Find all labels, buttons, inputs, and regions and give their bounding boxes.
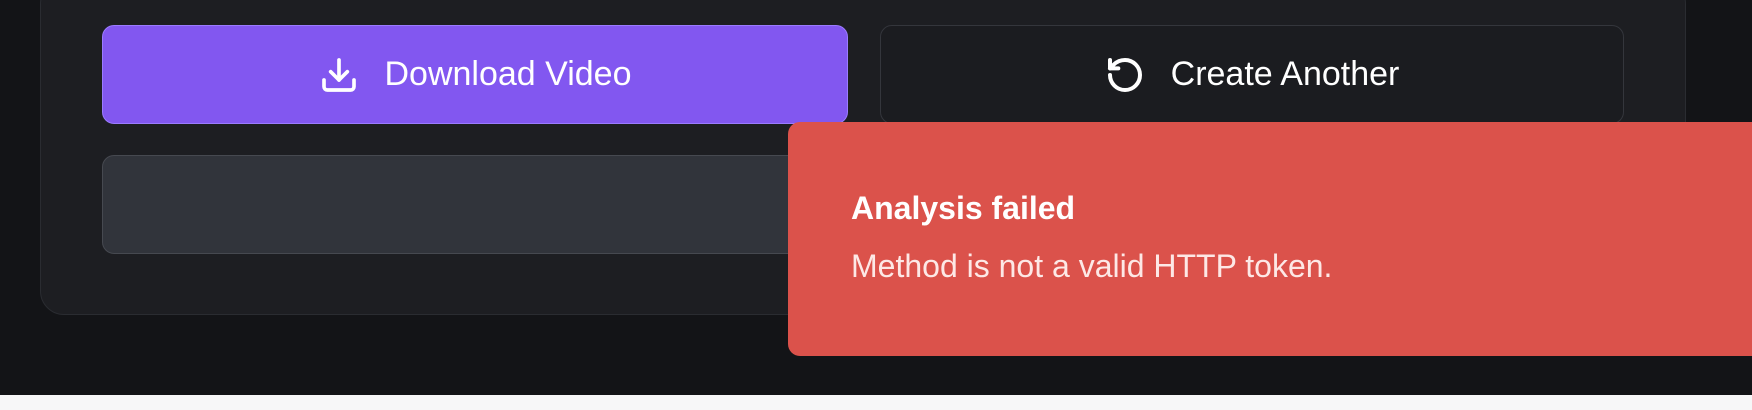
download-icon xyxy=(319,55,359,95)
create-another-label: Create Another xyxy=(1170,55,1400,93)
error-toast[interactable]: Analysis failed Method is not a valid HT… xyxy=(788,122,1752,356)
download-video-label: Download Video xyxy=(384,55,632,93)
app-background: Download Video Create Another A Analysis… xyxy=(0,0,1752,395)
download-video-button[interactable]: Download Video xyxy=(102,25,848,124)
create-another-button[interactable]: Create Another xyxy=(880,25,1624,124)
toast-message: Method is not a valid HTTP token. xyxy=(851,248,1333,284)
rotate-ccw-icon xyxy=(1105,55,1145,95)
toast-title: Analysis failed xyxy=(851,190,1076,226)
